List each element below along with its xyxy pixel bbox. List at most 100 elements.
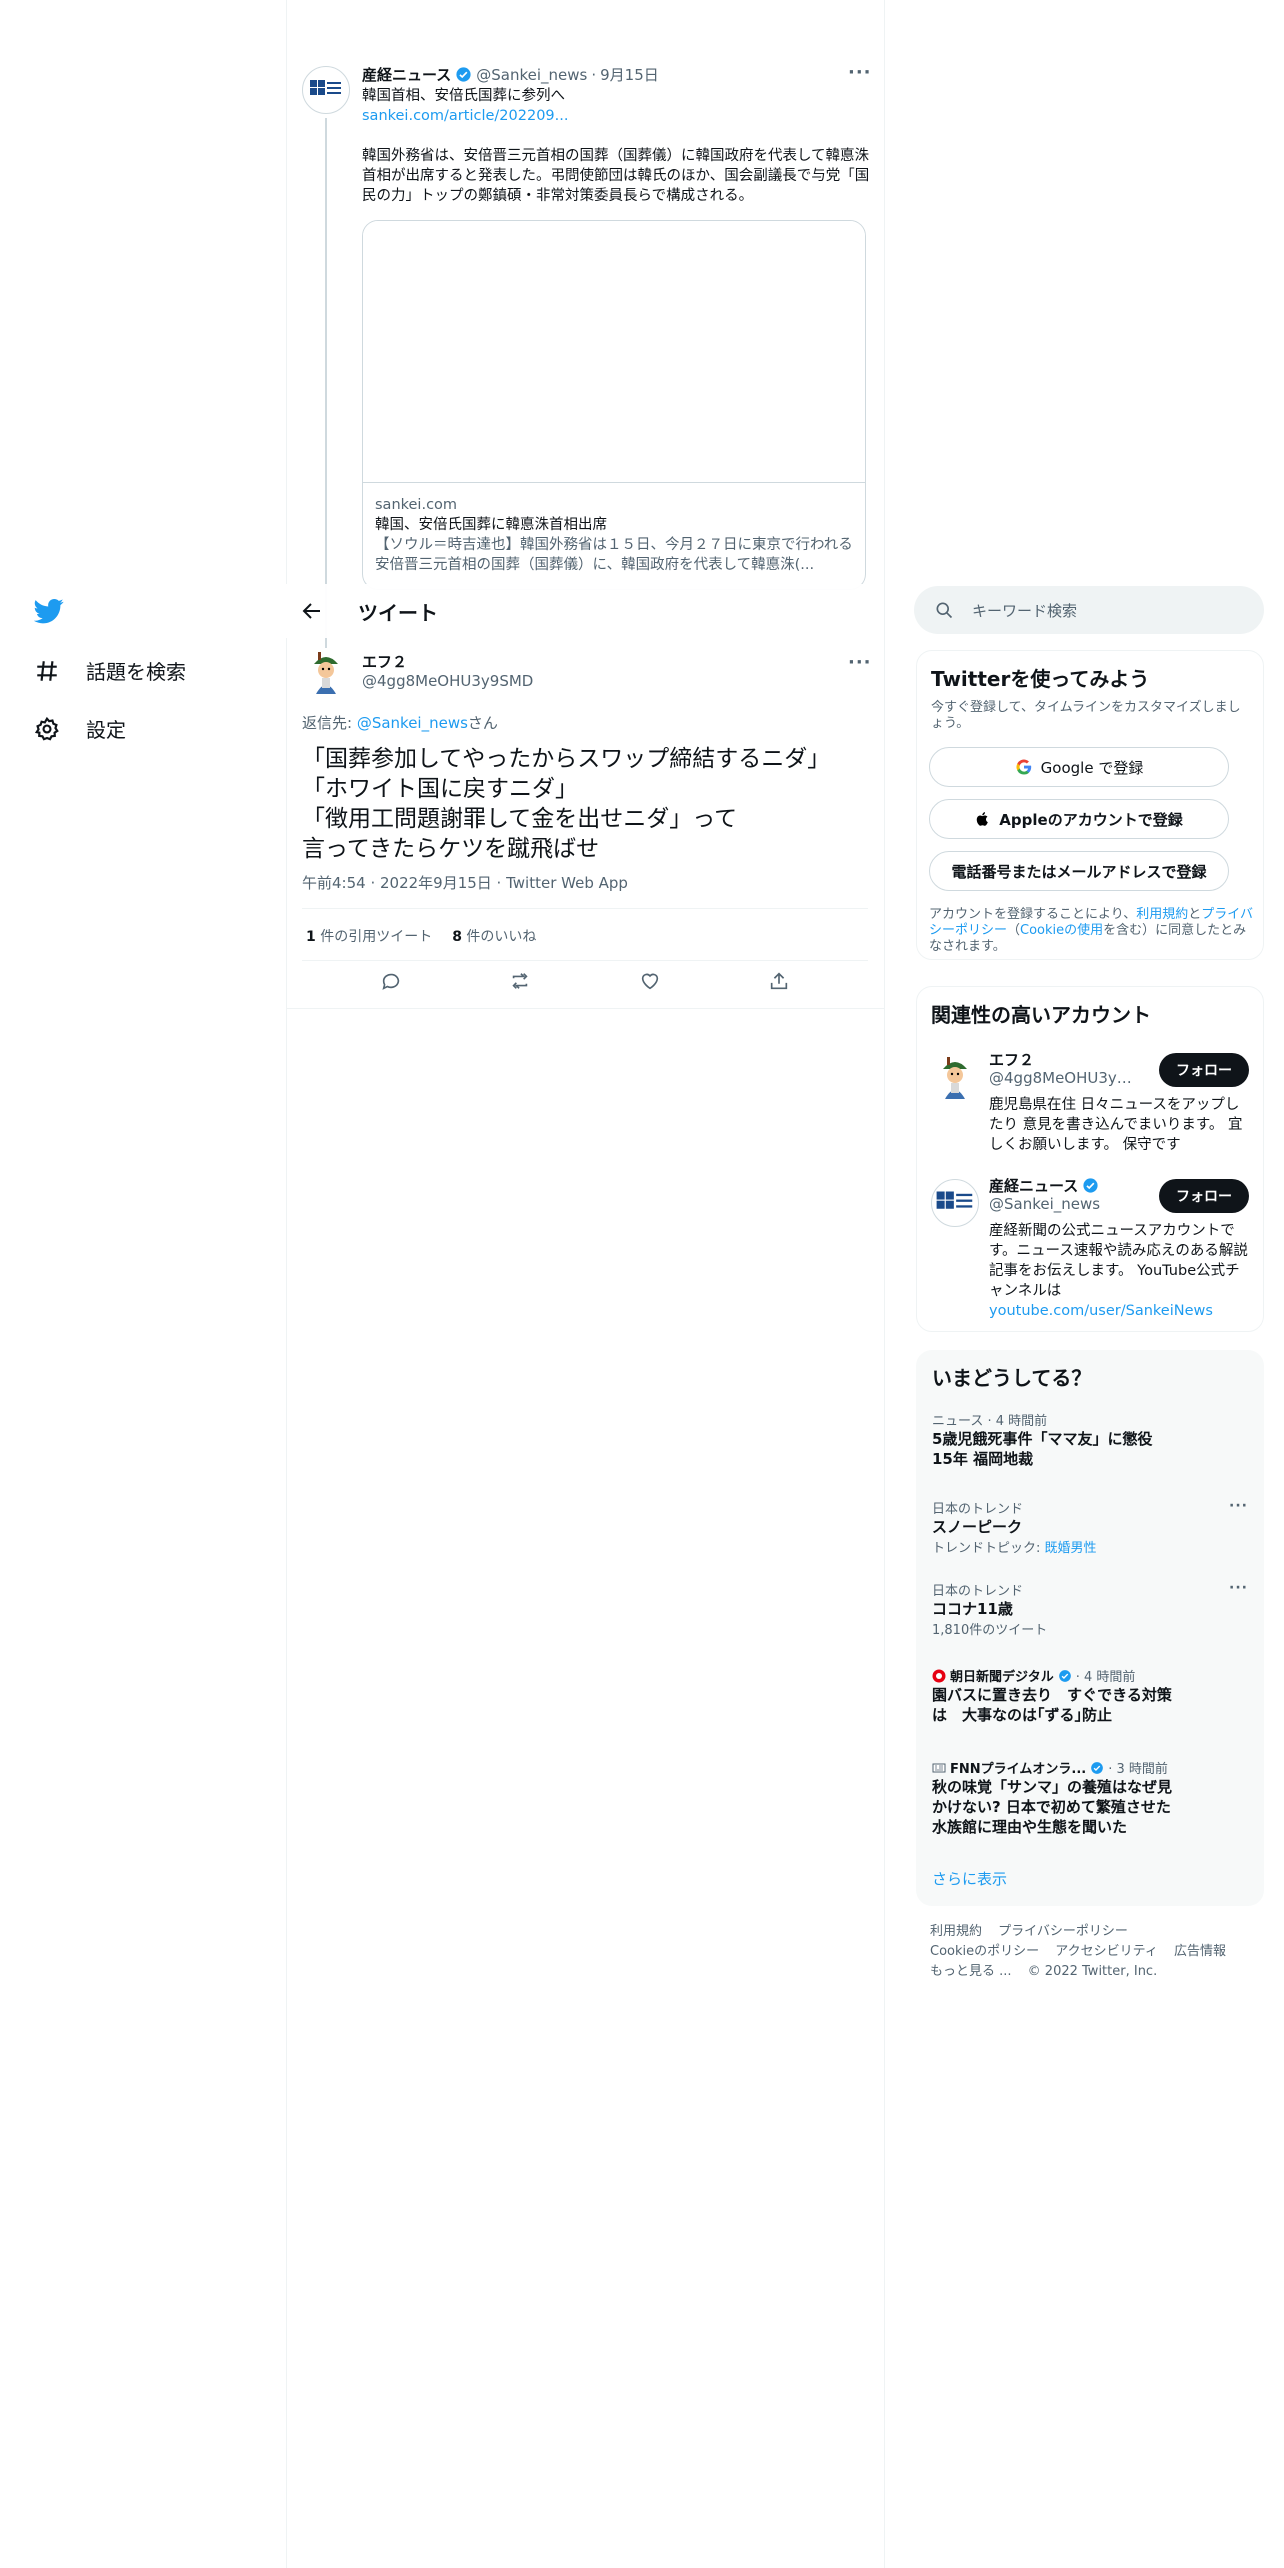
related-accounts-panel: 関連性の高いアカウント エフ２ @4gg8MeOHU3y9SMD フォロー 鹿児… [916, 986, 1264, 1332]
link-card-description: 【ソウル＝時吉達也】韓国外務省は１５日、今月２７日に東京で行われる安倍晋三元首相… [375, 537, 853, 573]
account-avatar[interactable] [931, 1053, 979, 1101]
google-icon [1016, 759, 1031, 775]
trend-item[interactable]: 日本のトレンド スノーピーク トレンドトピック: 既婚男性 ··· [932, 1498, 1248, 1556]
footer-ads-link[interactable]: 広告情報 [1174, 1944, 1226, 1959]
tweet-more-options-icon[interactable]: ··· [848, 652, 872, 673]
like-heart-icon[interactable] [639, 970, 661, 992]
trend-item[interactable]: 朝日新聞デジタル · 4 時間前 園バスに置き去り すぐできる対策は 大事なのは… [932, 1666, 1248, 1725]
trend-item[interactable]: 日本のトレンド ココナ11歳 1,810件のツイート ··· [932, 1580, 1248, 1638]
account-name: エフ２ [989, 1049, 1034, 1070]
verified-badge-icon [456, 67, 471, 82]
search-icon [936, 602, 953, 619]
reply-icon[interactable] [380, 970, 402, 992]
signup-panel: Twitterを使ってみよう 今すぐ登録して、タイムラインをカスタマイズしましょ… [916, 650, 1264, 960]
trend-meta: FNNプライムオンラ... · 3 時間前 [932, 1758, 1248, 1777]
reply-to-handle[interactable]: @Sankei_news [357, 714, 468, 732]
account-handle: @4gg8MeOHU3y9SMD [989, 1069, 1139, 1087]
trend-meta: 日本のトレンド [932, 1502, 1024, 1517]
footer-accessibility-link[interactable]: アクセシビリティ [1055, 1944, 1158, 1959]
user-avatar[interactable] [302, 648, 350, 696]
back-arrow-icon[interactable] [300, 599, 324, 623]
tos-terms-link[interactable]: 利用規約 [1136, 907, 1188, 922]
account-bio-link[interactable]: youtube.com/user/SankeiNews [989, 1301, 1251, 1321]
trend-sub-link[interactable]: 既婚男性 [1045, 1541, 1097, 1556]
account-bio: 産経新聞の公式ニュースアカウントです。ニュース速報や読み応えのある解説記事をお伝… [989, 1221, 1251, 1321]
trends-title: いまどうしてる？ [932, 1366, 1092, 1390]
tweet-header-bar: ツイート [286, 584, 884, 638]
account-name-text: 産経ニュース [989, 1177, 1079, 1195]
sankei-avatar[interactable] [302, 66, 350, 114]
nav-explore-label: 話題を検索 [86, 660, 186, 684]
account-avatar[interactable] [931, 1179, 979, 1227]
trend-title: スノーピーク [932, 1518, 1023, 1536]
trend-source: 朝日新聞デジタル [950, 1670, 1054, 1685]
trend-item[interactable]: ニュース · 4 時間前 5歳児餓死事件「ママ友」に懲役15年 福岡地裁 [932, 1410, 1248, 1469]
reply-to-line: 返信先: @Sankei_newsさん [302, 712, 498, 733]
trend-time: · 3 時間前 [1108, 1762, 1168, 1777]
verified-badge-icon [1091, 1761, 1104, 1774]
trend-meta: 朝日新聞デジタル · 4 時間前 [932, 1666, 1248, 1685]
thread-line [325, 118, 327, 658]
link-card-image [363, 221, 865, 483]
footer-cookie-link[interactable]: Cookieのポリシー [930, 1944, 1039, 1959]
phone-email-signup-button[interactable]: 電話番号またはメールアドレスで登録 [929, 851, 1229, 891]
retweet-icon[interactable] [509, 970, 531, 992]
link-card[interactable]: sankei.com 韓国、安倍氏国葬に韓悳洙首相出席 【ソウル＝時吉達也】韓国… [362, 220, 866, 590]
trend-source: FNNプライムオンラ... [950, 1762, 1087, 1777]
user-handle[interactable]: @4gg8MeOHU3y9SMD [362, 672, 533, 690]
twitter-bird-icon[interactable] [34, 596, 64, 626]
apple-signup-button[interactable]: Appleのアカウントで登録 [929, 799, 1229, 839]
link-card-title: 韓国、安倍氏国葬に韓悳洙首相出席 [375, 517, 607, 533]
tweet-actions [286, 970, 884, 992]
like-count: 8 [452, 929, 462, 945]
author-handle[interactable]: @Sankei_news [476, 66, 587, 84]
more-options-icon[interactable]: ··· [848, 62, 872, 83]
account-name-text: エフ２ [989, 1051, 1035, 1069]
quote-label: 件の引用ツイート [320, 929, 433, 945]
quote-tweets-stat[interactable]: 1 件の引用ツイート [306, 926, 432, 946]
trend-title: 秋の味覚「サンマ」の養殖はなぜ見かけない? 日本で初めて繁殖させた水族館に理由や… [932, 1778, 1173, 1836]
tos-cookie-link[interactable]: Cookieの使用 [1020, 923, 1103, 938]
trend-more-icon[interactable]: ··· [1229, 1580, 1248, 1596]
footer-copyright: © 2022 Twitter, Inc. [1027, 1964, 1158, 1979]
verified-badge-icon [1058, 1669, 1071, 1682]
tweet-timestamp[interactable]: 午前4:54 · 2022年9月15日 · Twitter Web App [302, 872, 628, 893]
trend-sub-prefix: トレンドトピック: [932, 1541, 1045, 1556]
fnn-logo-icon [932, 1763, 946, 1772]
google-signup-button[interactable]: Google で登録 [929, 747, 1229, 787]
divider [302, 960, 868, 961]
nav-explore[interactable]: 話題を検索 [34, 656, 186, 685]
sankei-logo-icon [936, 1191, 973, 1209]
search-box[interactable]: キーワード検索 [914, 586, 1264, 634]
divider [286, 1008, 884, 1009]
likes-stat[interactable]: 8 件のいいね [452, 926, 536, 946]
footer-privacy-link[interactable]: プライバシーポリシー [998, 1924, 1128, 1939]
footer: 利用規約 プライバシーポリシー Cookieのポリシー アクセシビリティ 広告情… [930, 1922, 1250, 1982]
verified-badge-icon [1083, 1178, 1098, 1193]
trend-subtitle: トレンドトピック: 既婚男性 [932, 1537, 1248, 1556]
google-signup-label: Google で登録 [1040, 758, 1144, 777]
apple-icon [977, 812, 989, 826]
parent-tweet-link[interactable]: sankei.com/article/202209... [362, 106, 872, 126]
follow-button[interactable]: フォロー [1159, 1179, 1249, 1213]
trend-item[interactable]: FNNプライムオンラ... · 3 時間前 秋の味覚「サンマ」の養殖はなぜ見かけ… [932, 1758, 1248, 1837]
main-column-border [884, 0, 885, 2568]
search-input[interactable]: キーワード検索 [972, 600, 1077, 621]
author-name[interactable]: 産経ニュース [362, 64, 451, 85]
trend-time: · 4 時間前 [1075, 1670, 1136, 1685]
footer-more-link[interactable]: もっと見る ... [930, 1964, 1012, 1979]
nav-settings[interactable]: 設定 [34, 714, 126, 743]
show-more-link[interactable]: さらに表示 [932, 1868, 1007, 1889]
link-card-domain: sankei.com [375, 497, 458, 513]
follow-button[interactable]: フォロー [1159, 1053, 1249, 1087]
tweet-date[interactable]: 9月15日 [600, 64, 659, 85]
user-name[interactable]: エフ２ [362, 651, 407, 672]
trend-title: 園バスに置き去り すぐできる対策は 大事なのは｢ずる｣防止 [932, 1686, 1172, 1724]
character-avatar-icon [943, 1057, 967, 1099]
page-title: ツイート [358, 601, 438, 625]
trend-more-icon[interactable]: ··· [1229, 1498, 1248, 1514]
parent-tweet-header: 産経ニュース @Sankei_news · 9月15日 [362, 64, 659, 85]
footer-terms-link[interactable]: 利用規約 [930, 1924, 982, 1939]
share-icon[interactable] [768, 970, 790, 992]
sankei-logo-icon [310, 80, 341, 95]
